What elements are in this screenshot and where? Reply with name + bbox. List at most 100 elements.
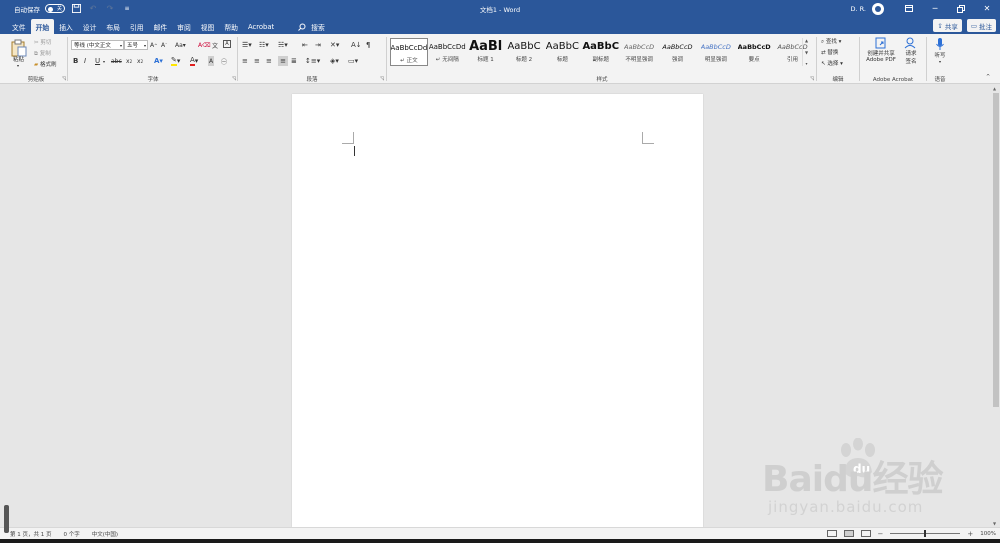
borders-icon[interactable]: ▭▾ [348, 56, 358, 66]
word-count[interactable]: 0 个字 [64, 530, 80, 538]
font-size-combo[interactable]: 五号 ▾ [124, 40, 148, 50]
font-color-icon[interactable]: A ▾ [190, 56, 198, 66]
tab-view[interactable]: 视图 [196, 19, 220, 34]
vertical-scrollbar[interactable]: ▲ ▼ [992, 85, 1000, 527]
style-subtle-emphasis[interactable]: AaBbCcD 不明显强调 [620, 38, 658, 66]
zoom-in-icon[interactable]: + [967, 530, 973, 538]
underline-dropdown-icon[interactable]: ▾ [103, 56, 105, 66]
zoom-level[interactable]: 100% [980, 531, 996, 537]
italic-icon[interactable]: I [84, 56, 86, 66]
restore-button[interactable] [948, 0, 974, 17]
redo-icon[interactable]: ↷ [104, 3, 116, 15]
save-icon[interactable] [70, 3, 82, 15]
avatar[interactable] [872, 2, 884, 15]
style-heading-2[interactable]: AaBbC 标题 2 [505, 38, 543, 66]
increase-indent-icon[interactable]: ⇥ [315, 40, 321, 50]
multilevel-list-icon[interactable]: ☵▾ [278, 40, 288, 50]
clear-formatting-icon[interactable]: A⌫ [198, 40, 211, 50]
more-icon[interactable]: ▾ [805, 61, 807, 66]
chevron-down-icon[interactable]: ▼ [805, 50, 808, 55]
style-emphasis[interactable]: AaBbCcD 强调 [659, 38, 697, 66]
minimize-button[interactable]: ─ [922, 0, 948, 17]
character-border-icon[interactable]: A [223, 40, 231, 48]
tell-me-search[interactable]: 搜索 [293, 19, 330, 34]
ribbon-display-options-icon[interactable] [896, 0, 922, 17]
web-layout-icon[interactable] [860, 530, 871, 537]
create-pdf-button[interactable]: 创建并共享 Adobe PDF [866, 37, 896, 71]
change-case-icon[interactable]: Aa▾ [175, 40, 186, 50]
tab-acrobat[interactable]: Acrobat [243, 19, 279, 34]
request-signature-button[interactable]: 请求 签名 [900, 37, 922, 71]
scroll-up-icon[interactable]: ▲ [993, 86, 996, 91]
shading-icon[interactable]: ◈▾ [330, 56, 339, 66]
autosave-toggle[interactable]: 关 [45, 4, 65, 13]
align-right-icon[interactable]: ≡ [266, 56, 272, 66]
font-launcher-icon[interactable]: ◹ [232, 76, 236, 82]
superscript-icon[interactable]: x2 [137, 56, 143, 66]
phonetic-guide-icon[interactable]: 文 [212, 40, 218, 50]
styles-gallery-scroll[interactable]: ▲ ▼ ▾ [802, 38, 810, 66]
tab-design[interactable]: 设计 [78, 19, 102, 34]
replace-button[interactable]: ⇄ 替换 [821, 48, 838, 56]
shrink-font-icon[interactable]: Aˇ [161, 40, 167, 50]
tab-help[interactable]: 帮助 [219, 19, 243, 34]
zoom-slider-thumb[interactable] [924, 530, 927, 537]
subscript-icon[interactable]: x2 [126, 56, 132, 66]
chevron-up-icon[interactable]: ▲ [805, 38, 808, 43]
copy-button[interactable]: ⧉ 复制 [34, 49, 51, 58]
asian-layout-icon[interactable]: ✕▾ [330, 40, 339, 50]
paragraph-launcher-icon[interactable]: ◹ [380, 76, 384, 82]
tab-mailings[interactable]: 邮件 [149, 19, 173, 34]
page-count[interactable]: 第 1 页，共 1 页 [10, 530, 52, 538]
collapse-ribbon-icon[interactable]: ^ [986, 74, 990, 80]
bold-icon[interactable]: B [73, 56, 78, 66]
zoom-out-icon[interactable]: − [878, 530, 884, 538]
format-painter-button[interactable]: ▰ 格式刷 [34, 60, 57, 68]
find-button[interactable]: ⌕ 查找 ▾ [821, 37, 841, 46]
styles-launcher-icon[interactable]: ◹ [810, 76, 814, 82]
font-name-combo[interactable]: 等线 (中文正文 ▾ [71, 40, 124, 50]
sort-icon[interactable]: A↓ [351, 40, 362, 50]
document-canvas[interactable] [0, 85, 992, 527]
style-subtitle[interactable]: AaBbC 副标题 [582, 38, 620, 66]
style-normal[interactable]: AaBbCcDd ↵ 正文 [390, 38, 428, 66]
line-spacing-icon[interactable]: ↕≡▾ [305, 56, 320, 66]
tab-references[interactable]: 引用 [125, 19, 149, 34]
tab-home[interactable]: 开始 [30, 19, 55, 34]
text-effects-icon[interactable]: A▾ [154, 56, 163, 66]
zoom-slider[interactable] [890, 528, 961, 539]
tab-insert[interactable]: 插入 [54, 19, 78, 34]
tab-file[interactable]: 文件 [7, 19, 31, 34]
comments-button[interactable]: ▭ 批注 [966, 19, 996, 32]
cut-button[interactable]: ✂ 剪切 [34, 38, 51, 46]
tab-layout[interactable]: 布局 [101, 19, 125, 34]
underline-icon[interactable]: U [95, 56, 100, 66]
print-layout-icon[interactable] [843, 530, 854, 537]
distributed-icon[interactable]: ≣ [291, 56, 297, 66]
justify-icon[interactable]: ≡ [278, 56, 288, 66]
clipboard-launcher-icon[interactable]: ◹ [62, 76, 66, 82]
scrollbar-thumb[interactable] [993, 93, 999, 407]
enclose-characters-icon[interactable]: ㊀ [221, 56, 227, 66]
paste-dropdown-icon[interactable]: ▾ [17, 63, 19, 68]
numbering-icon[interactable]: ☷▾ [259, 40, 269, 50]
document-page[interactable] [292, 94, 703, 527]
strikethrough-icon[interactable]: abc [111, 56, 122, 66]
grow-font-icon[interactable]: A ^ [150, 40, 157, 50]
user-name[interactable]: D. R. [851, 5, 867, 13]
dictate-button[interactable]: 听写 ▾ [930, 37, 950, 71]
select-button[interactable]: ↖ 选择 ▾ [821, 59, 843, 67]
style-title[interactable]: AaBbC 标题 [543, 38, 581, 66]
highlight-icon[interactable]: ✎ ▾ [171, 56, 180, 66]
style-no-spacing[interactable]: AaBbCcDd ↵ 无间隔 [428, 38, 466, 66]
align-left-icon[interactable]: ≡ [242, 56, 248, 66]
customize-toolbar-icon[interactable]: ≡ [121, 3, 133, 15]
share-button[interactable]: ⇪ 共享 [933, 19, 962, 32]
show-marks-icon[interactable]: ¶ [366, 40, 370, 50]
style-heading-1[interactable]: AaBl 标题 1 [467, 38, 505, 66]
align-center-icon[interactable]: ≡ [254, 56, 260, 66]
undo-icon[interactable]: ↶ [87, 3, 99, 15]
close-button[interactable]: ✕ [974, 0, 1000, 17]
language-indicator[interactable]: 中文(中国) [92, 530, 118, 538]
bullets-icon[interactable]: ☰▾ [242, 40, 252, 50]
